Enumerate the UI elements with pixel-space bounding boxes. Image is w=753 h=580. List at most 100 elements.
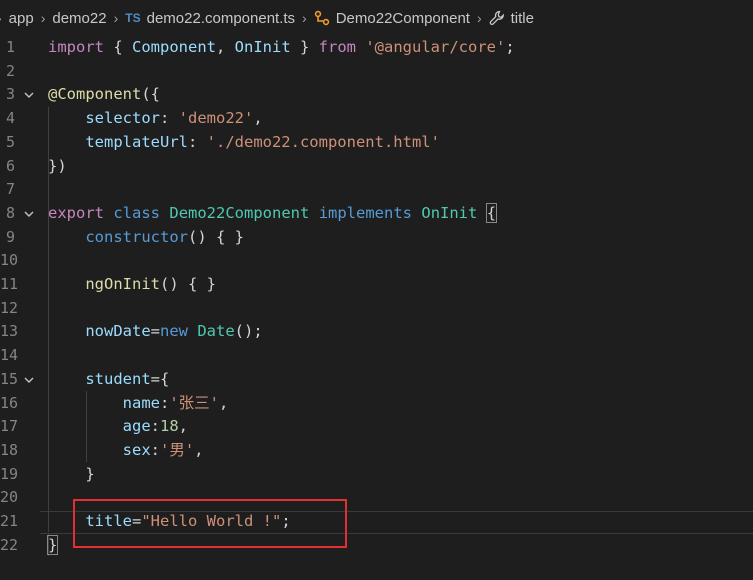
code-line[interactable]: 11 ngOnInit() { } — [0, 273, 753, 297]
code-line[interactable]: 18 sex:'男', — [0, 439, 753, 463]
line-number: 5 — [5, 132, 15, 151]
code-line[interactable]: 7 — [0, 178, 753, 202]
line-number: 22 — [0, 535, 19, 554]
code-text: }) — [48, 155, 67, 179]
code-token: (); — [234, 322, 263, 341]
code-token: '@angular/core' — [365, 38, 506, 56]
code-token: , — [216, 38, 235, 56]
code-token: ({ — [141, 85, 160, 104]
line-number: 15 — [0, 369, 19, 388]
code-token: = — [150, 322, 160, 341]
fold-chevron-icon[interactable] — [22, 202, 36, 226]
code-text: sex:'男', — [48, 439, 204, 463]
code-token: Component — [132, 38, 216, 56]
highlight-box — [73, 499, 347, 548]
code-token: ; — [505, 38, 515, 56]
code-line[interactable]: 2 — [0, 60, 753, 84]
code-token: : — [150, 417, 160, 436]
code-text: } — [46, 534, 59, 558]
code-token: 18 — [160, 417, 179, 436]
code-line[interactable]: 1 import { Component, OnInit } from '@ang… — [0, 36, 753, 60]
code-text: selector: 'demo22', — [48, 107, 263, 131]
code-token: OnInit — [234, 38, 291, 56]
code-line[interactable]: 19 } — [0, 463, 753, 487]
line-number: 6 — [5, 156, 15, 175]
breadcrumb-item-class[interactable]: Demo22Component — [314, 10, 470, 27]
code-line[interactable]: 5 templateUrl: './demo22.component.html' — [0, 131, 753, 155]
code-token: , — [178, 417, 189, 436]
code-token: : — [159, 109, 179, 128]
code-token: selector — [85, 109, 160, 128]
code-token: templateUrl — [85, 132, 188, 151]
code-line[interactable]: 8 export class Demo22Component implements… — [0, 202, 753, 226]
code-text: templateUrl: './demo22.component.html' — [48, 131, 440, 155]
code-text: student={ — [48, 368, 169, 392]
wrench-icon — [489, 10, 505, 26]
code-line[interactable]: 15 student={ — [0, 368, 753, 392]
code-token: , — [194, 440, 204, 459]
code-token: export — [48, 203, 104, 222]
line-number: 18 — [0, 440, 19, 459]
code-line[interactable]: 17 age:18, — [0, 415, 753, 439]
breadcrumb-item-app[interactable]: app — [9, 10, 34, 27]
code-line[interactable]: 4 selector: 'demo22', — [0, 107, 753, 131]
code-token: , — [253, 109, 263, 128]
breadcrumb-item-property[interactable]: title — [489, 10, 534, 27]
code-line[interactable]: 14 — [0, 344, 753, 368]
line-number: 12 — [0, 298, 19, 317]
code-token: from — [318, 38, 356, 56]
code-line[interactable]: 6}) — [0, 155, 753, 179]
line-number: 17 — [0, 417, 19, 436]
code-text: constructor() { } — [48, 226, 244, 250]
code-token: @Component — [48, 85, 142, 104]
fold-chevron-icon[interactable] — [22, 83, 36, 107]
breadcrumb-item-folder[interactable]: demo22 — [52, 10, 106, 27]
line-number: 20 — [0, 488, 19, 507]
code-token: } — [48, 464, 95, 483]
line-number: 14 — [0, 346, 19, 365]
line-number: 1 — [5, 38, 15, 56]
code-line[interactable]: 10 — [0, 249, 753, 273]
chevron-right-icon: › — [302, 10, 307, 26]
code-token: class — [113, 203, 161, 222]
code-text: age:18, — [48, 415, 188, 439]
line-number: 21 — [0, 512, 19, 530]
chevron-right-icon: › — [476, 10, 482, 26]
code-token: Demo22Component — [169, 203, 310, 222]
code-token: Date — [197, 322, 235, 341]
code-token: '张三' — [169, 393, 219, 412]
code-text: name:'张三', — [48, 392, 229, 416]
line-number: 7 — [5, 180, 15, 199]
code-line[interactable]: 3 @Component({ — [0, 83, 753, 107]
line-number: 9 — [5, 227, 15, 246]
code-line[interactable]: 16 name:'张三', — [0, 392, 753, 416]
code-token: { — [104, 38, 132, 56]
typescript-file-icon: TS — [125, 11, 141, 25]
code-line[interactable]: 9 constructor() { } — [0, 226, 753, 250]
code-token: new — [160, 322, 188, 341]
code-line[interactable]: 13 nowDate=new Date(); — [0, 320, 753, 344]
code-token: import — [48, 38, 104, 56]
fold-chevron-icon[interactable] — [22, 368, 36, 392]
code-text: @Component({ — [48, 83, 160, 107]
line-number: 13 — [0, 322, 19, 341]
breadcrumb-item-file[interactable]: TS demo22.component.ts — [125, 10, 295, 27]
code-text: import { Component, OnInit } from '@angu… — [48, 36, 515, 60]
code-token: : — [187, 132, 207, 151]
code-line[interactable]: 12 — [0, 297, 753, 321]
code-text: nowDate=new Date(); — [48, 320, 263, 344]
code-token: { — [485, 202, 498, 223]
breadcrumb: › app › demo22 › TS demo22.component.ts … — [0, 0, 753, 36]
